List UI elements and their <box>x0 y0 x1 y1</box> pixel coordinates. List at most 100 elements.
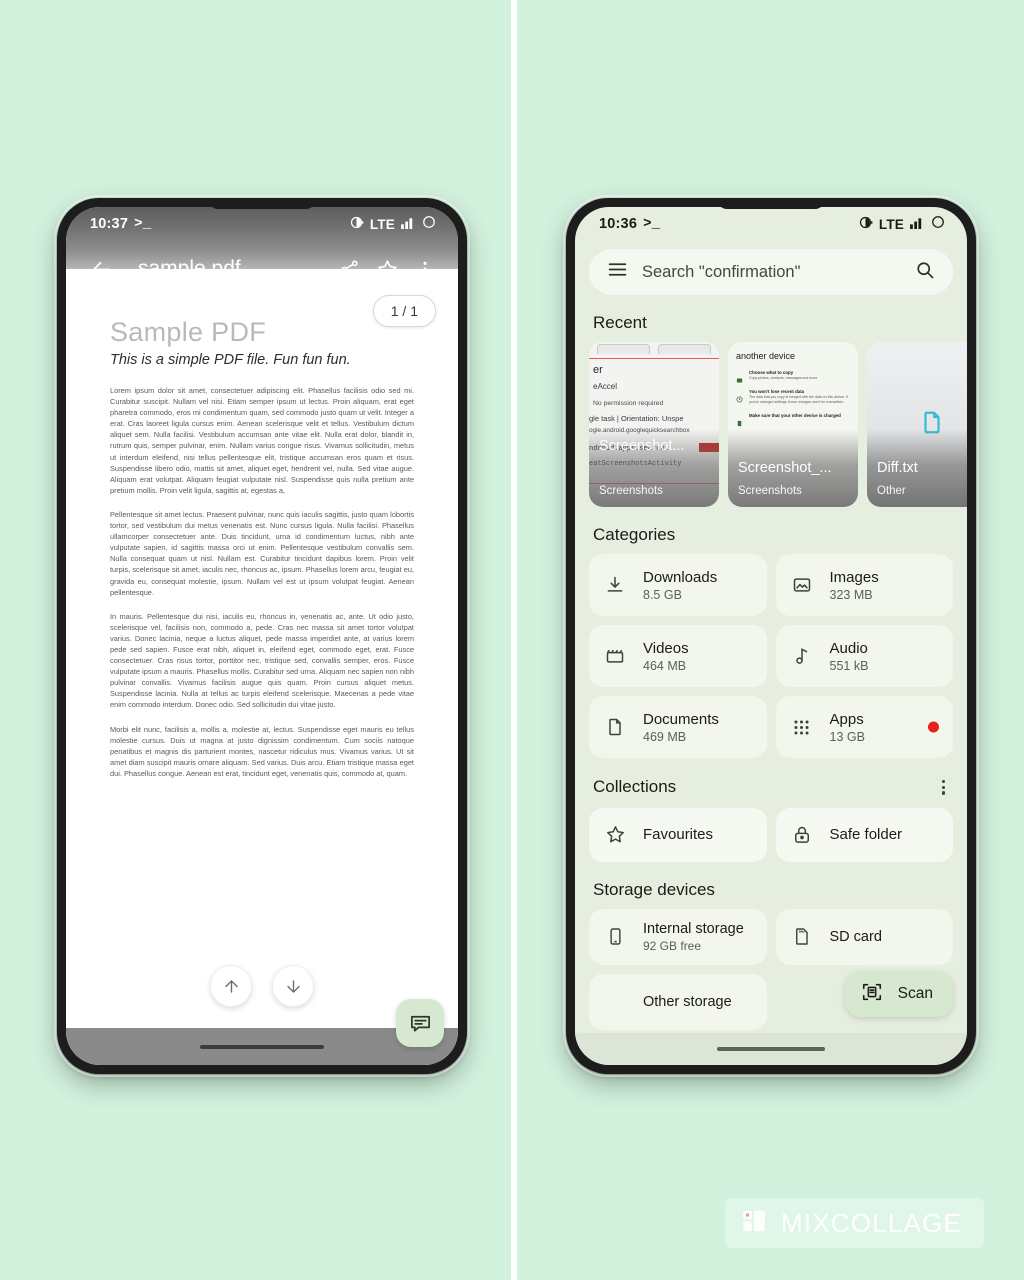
collections-grid: Favourites Safe folder <box>589 807 953 862</box>
recent-card-screenshot-1[interactable]: er eAccel No permission required gle tas… <box>589 342 719 507</box>
apps-grid-icon <box>790 715 814 739</box>
circle-status-icon <box>422 215 436 233</box>
category-documents[interactable]: Documents 469 MB <box>589 696 767 758</box>
image-icon <box>790 573 814 597</box>
search-bar[interactable]: Search "confirmation" <box>589 249 953 295</box>
status-time: 10:37 <box>90 216 129 232</box>
category-label: Documents <box>643 710 719 728</box>
left-phone-frame: 10:37 >_ LTE Sample PDF This is a simple… <box>54 195 470 1077</box>
category-label: Apps <box>829 710 864 728</box>
preview-item-desc: Copy photos, contacts, messages and more <box>749 376 818 380</box>
gesture-nav-bar <box>575 1033 967 1065</box>
categories-grid: Downloads 8.5 GB Images 323 MB Videos 46… <box>589 554 953 758</box>
category-size: 13 GB <box>829 729 865 744</box>
preview-line: er <box>593 364 603 376</box>
collection-label: Favourites <box>643 826 714 844</box>
preview-line: eAccel <box>593 382 618 391</box>
pdf-heading: Sample PDF <box>110 317 267 347</box>
recent-card-sub: Screenshots <box>738 485 802 497</box>
hamburger-menu-icon[interactable] <box>607 259 628 285</box>
storage-devices-grid: Internal storage 92 GB free SD card <box>589 908 953 965</box>
scan-document-icon <box>861 981 883 1008</box>
collections-title: Collections <box>593 777 677 797</box>
collection-label: Safe folder <box>829 826 903 844</box>
signal-bars-icon <box>910 216 925 233</box>
preview-item-title: Make sure that your other device is char… <box>749 413 841 418</box>
recent-card-diff-txt[interactable]: Diff.txt Other <box>867 342 967 507</box>
document-icon <box>603 715 627 739</box>
storage-internal[interactable]: Internal storage 92 GB free <box>589 908 767 965</box>
recent-section-header: Recent <box>589 313 953 333</box>
star-outline-icon <box>603 823 627 847</box>
recent-title: Recent <box>593 313 647 332</box>
files-app: 10:36 >_ LTE Search "confirmation" Recen… <box>575 207 967 1065</box>
category-label: Videos <box>643 639 689 657</box>
collection-safe-folder[interactable]: Safe folder <box>775 807 953 862</box>
storage-devices-title: Storage devices <box>593 879 715 899</box>
category-images[interactable]: Images 323 MB <box>775 554 953 616</box>
storage-other[interactable]: Other storage <box>589 973 767 1030</box>
download-icon <box>603 573 627 597</box>
category-size: 323 MB <box>829 587 873 602</box>
storage-label: Internal storage <box>643 920 744 937</box>
category-size: 464 MB <box>643 658 687 673</box>
pdf-page-canvas[interactable]: Sample PDF This is a simple PDF file. Fu… <box>66 269 458 1065</box>
watermark-text: MIXCOLLAGE <box>780 1207 962 1238</box>
category-videos[interactable]: Videos 464 MB <box>589 625 767 687</box>
comment-icon[interactable] <box>396 999 444 1047</box>
status-bar-left: 10:37 >_ LTE <box>66 207 458 241</box>
preview-tabs <box>597 344 711 354</box>
arrow-down-icon[interactable] <box>272 965 314 1007</box>
more-vertical-icon[interactable] <box>934 776 953 799</box>
category-label: Audio <box>829 639 868 657</box>
storage-label: SD card <box>829 928 882 945</box>
lock-icon <box>790 823 814 847</box>
category-downloads[interactable]: Downloads 8.5 GB <box>589 554 767 616</box>
category-size: 551 kB <box>829 658 869 673</box>
collection-favourites[interactable]: Favourites <box>589 807 767 862</box>
circle-status-icon <box>931 215 945 233</box>
recent-cards-row[interactable]: er eAccel No permission required gle tas… <box>589 342 967 507</box>
pdf-subheading: This is a simple PDF file. Fun fun fun. <box>110 352 351 368</box>
category-audio[interactable]: Audio 551 kB <box>775 625 953 687</box>
recent-card-sub: Other <box>877 485 906 497</box>
sd-card-icon <box>790 925 814 949</box>
notch <box>717 207 825 209</box>
pdf-paragraph: Morbi elit nunc, facilisis a, mollis a, … <box>110 724 414 778</box>
search-input[interactable]: Search "confirmation" <box>642 263 901 282</box>
scan-label: Scan <box>897 985 933 1002</box>
recent-card-screenshot-2[interactable]: another device Choose what to copy Copy … <box>728 342 858 507</box>
pdf-paragraph: Pellentesque sit amet lectus. Praesent p… <box>110 509 414 597</box>
battery-charge-icon <box>736 414 743 427</box>
category-label: Downloads <box>643 568 718 586</box>
right-phone-screen: 10:36 >_ LTE Search "confirmation" Recen… <box>575 207 967 1065</box>
mixcollage-logo-icon <box>741 1208 767 1239</box>
video-clapper-icon <box>603 644 627 668</box>
page-indicator: 1 / 1 <box>372 295 436 327</box>
preview-title: another device <box>736 351 796 361</box>
battery-saver-icon <box>349 215 364 234</box>
preview-item-desc: The data that you copy is merged with th… <box>749 395 849 404</box>
watermark: MIXCOLLAGE <box>724 1198 984 1248</box>
storage-sd-card[interactable]: SD card <box>775 908 953 965</box>
phone-icon <box>603 925 627 949</box>
recent-card-name: Screenshot_... <box>738 460 832 476</box>
signal-bars-icon <box>401 216 416 233</box>
battery-saver-icon <box>858 215 873 234</box>
gesture-pill[interactable] <box>717 1047 825 1051</box>
preview-line: No permission required <box>593 400 664 407</box>
categories-section-header: Categories <box>589 525 953 545</box>
gesture-pill[interactable] <box>200 1044 324 1049</box>
search-icon[interactable] <box>915 260 935 285</box>
recent-card-name: Diff.txt <box>877 460 918 476</box>
preview-line: gle task | Orientation: Unspe <box>589 414 684 423</box>
arrow-up-icon[interactable] <box>210 965 252 1007</box>
categories-title: Categories <box>593 525 676 544</box>
pdf-paragraph: In mauris. Pellentesque dui nisi, iaculi… <box>110 611 414 710</box>
collections-section-header: Collections <box>589 776 953 799</box>
scan-button[interactable]: Scan <box>844 971 953 1017</box>
category-apps[interactable]: Apps 13 GB <box>775 696 953 758</box>
left-phone-screen: 10:37 >_ LTE Sample PDF This is a simple… <box>66 207 458 1065</box>
terminal-icon: >_ <box>643 216 661 232</box>
music-note-icon <box>790 644 814 668</box>
